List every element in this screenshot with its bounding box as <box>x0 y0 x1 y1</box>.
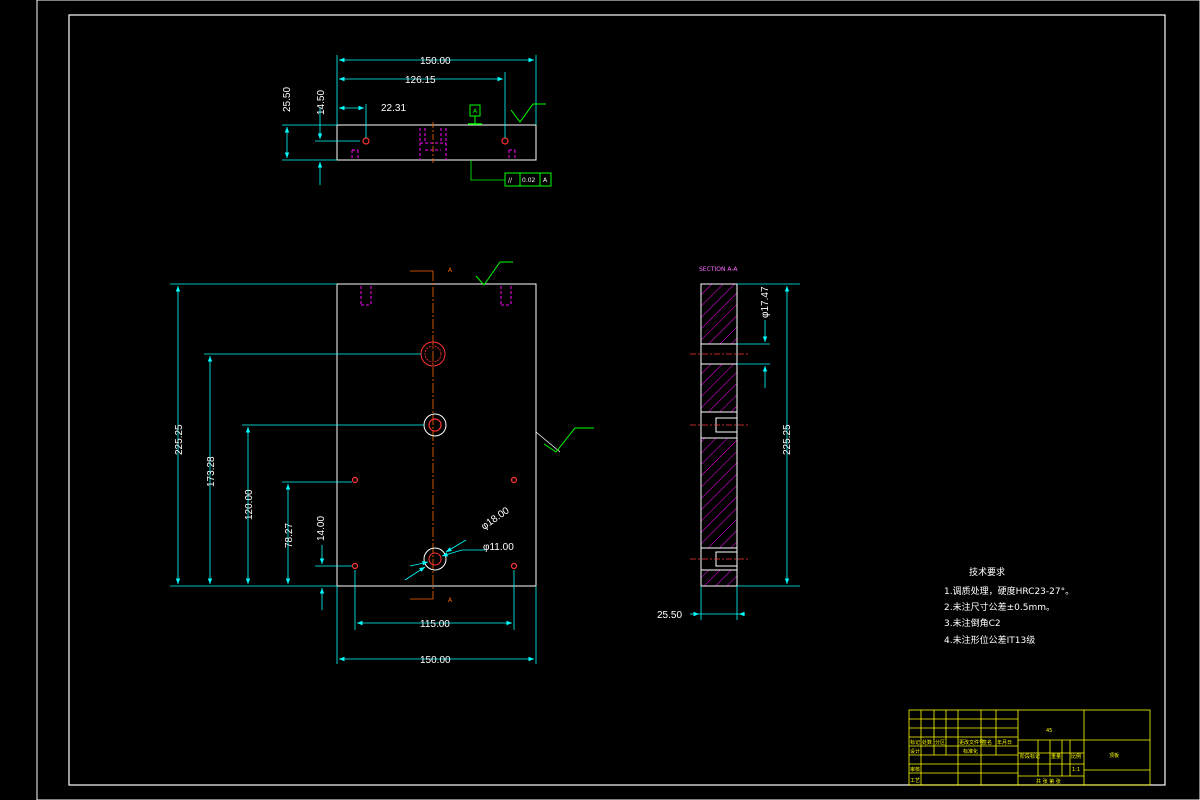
tb-part-name: 顶板 <box>1109 752 1119 759</box>
front-dim-width: 150.00 <box>420 655 451 666</box>
tb-header-cell: 处数 <box>922 739 932 746</box>
title-block-text: 45 顶板 标记 处数 分区 更改文件号 签名 年月日 设计 审核 工艺 标准化… <box>910 728 1119 785</box>
surface-finish-icon <box>543 427 594 453</box>
front-hole-middle-inner <box>428 418 442 432</box>
surface-finish-icon <box>475 261 513 286</box>
tolerance-symbol: // <box>508 177 513 184</box>
tb-approve: 标准化 <box>963 748 978 755</box>
datum-label: A <box>473 108 478 115</box>
tb-row-label: 工艺 <box>910 778 920 784</box>
tb-right-header: 重量 <box>1051 753 1061 760</box>
front-dim-78: 78.27 <box>284 523 295 548</box>
top-dim-width: 150.00 <box>420 56 451 67</box>
tb-header-cell: 签名 <box>982 739 992 746</box>
drawing-border <box>68 14 1166 786</box>
top-dim-hole-offset: 22.31 <box>381 103 406 114</box>
technical-requirements: 技术要求 1.调质处理，硬度HRC23-27°。 2.未注尺寸公差±0.5mm。… <box>944 566 1074 646</box>
front-dim-14: 14.00 <box>316 516 327 541</box>
tb-row-label: 审核 <box>910 766 920 773</box>
tolerance-datum: A <box>543 177 548 184</box>
requirement-item: 2.未注尺寸公差±0.5mm。 <box>944 601 1055 613</box>
front-dim-height: 225.25 <box>174 424 185 455</box>
section-mark-bottom: A <box>448 597 453 604</box>
tolerance-value: 0.02 <box>522 177 536 184</box>
top-hole-right <box>501 137 509 145</box>
section-mark-top: A <box>448 267 453 274</box>
front-dim-holes-span: 115.00 <box>420 619 450 630</box>
requirements-title: 技术要求 <box>969 566 1005 578</box>
front-hole-middle-outer <box>423 413 447 437</box>
top-view: 150.00 126.15 22.31 25.50 14.50 A // 0.0… <box>282 55 552 187</box>
front-hole-bottom-inner <box>428 552 442 566</box>
tb-header-cell: 年月日 <box>997 739 1012 746</box>
tb-header-cell: 更改文件号 <box>959 739 984 746</box>
tb-right-header: 比例 <box>1071 753 1081 760</box>
front-hole-bottom-outer <box>423 547 447 571</box>
top-hidden-lines <box>351 128 516 160</box>
top-dim-thickness: 25.50 <box>282 87 293 112</box>
surface-finish-icon <box>510 103 546 123</box>
front-dim-173: 173.28 <box>206 456 217 487</box>
section-dim-dia: φ17.47 <box>760 286 771 318</box>
cad-drawing: 150.00 126.15 22.31 25.50 14.50 A // 0.0… <box>36 0 1200 800</box>
tb-header-cell: 分区 <box>935 739 945 746</box>
tb-scale-note: 45 <box>1046 728 1052 734</box>
section-dim-height: 225.25 <box>782 424 793 455</box>
pin-hole-3 <box>351 562 359 570</box>
tb-right-header: 阶段标记 <box>1020 753 1040 760</box>
front-dim-dia-small: φ11.00 <box>483 542 514 553</box>
requirement-item: 4.未注形位公差IT13级 <box>944 634 1035 646</box>
outer-frame <box>36 0 1200 800</box>
top-hole-left <box>362 137 370 145</box>
tb-row-label: 设计 <box>910 748 920 755</box>
requirement-item: 1.调质处理，硬度HRC23-27°。 <box>944 585 1074 597</box>
front-dim-dia-big: φ18.00 <box>479 505 511 532</box>
top-dim-holes-span: 126.15 <box>405 75 436 86</box>
section-view: SECTION A-A φ17.47 225.25 25.50 <box>657 266 800 621</box>
tb-sheet: 共 张 第 张 <box>1036 778 1061 785</box>
tb-header-cell: 标记 <box>910 739 920 746</box>
top-dim-hole-depth: 14.50 <box>316 90 327 115</box>
pin-hole-2 <box>510 476 518 484</box>
front-dim-120: 120.00 <box>244 489 255 520</box>
pin-hole-1 <box>351 476 359 484</box>
section-dim-thickness: 25.50 <box>657 610 682 621</box>
requirement-item: 3.未注倒角C2 <box>944 617 1001 629</box>
tb-ratio: 1:1 <box>1072 767 1080 773</box>
title-block <box>908 709 1151 786</box>
surface-finish-icon <box>535 431 561 453</box>
front-view: A A 225.25 173.28 120.00 78.27 14.00 115… <box>170 261 594 666</box>
front-view-outline <box>336 283 537 587</box>
section-title: SECTION A-A <box>699 266 738 273</box>
pin-hole-4 <box>510 562 518 570</box>
